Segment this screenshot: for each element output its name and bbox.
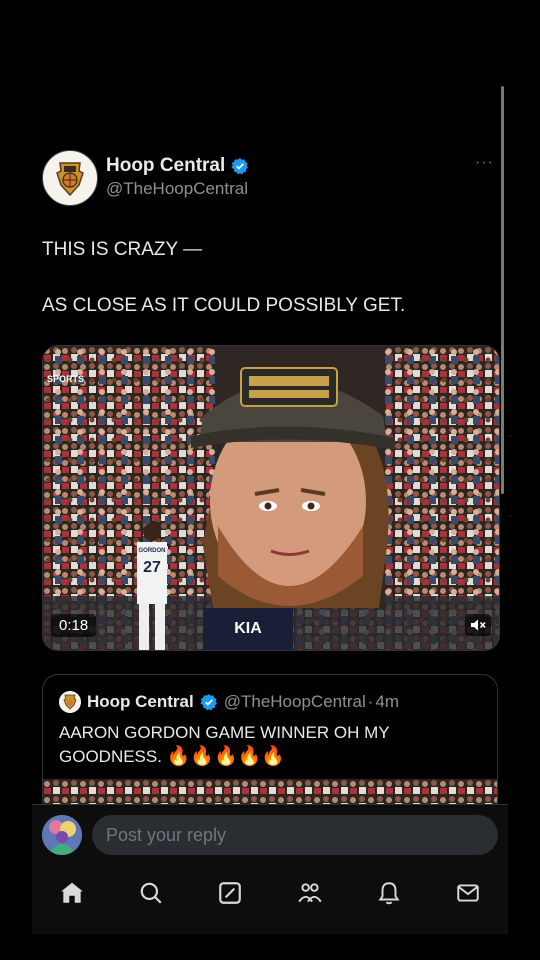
nav-compose[interactable] <box>210 873 250 913</box>
player-name: GORDON <box>139 548 166 554</box>
quoted-separator: · <box>367 692 374 711</box>
reply-input[interactable] <box>92 815 498 855</box>
nav-home[interactable] <box>52 873 92 913</box>
tweet-text-line-2: AS CLOSE AS IT COULD POSSIBLY GET. <box>42 295 406 316</box>
video-duration: 0:18 <box>51 614 97 637</box>
author-name[interactable]: Hoop Central <box>106 155 225 177</box>
user-avatar[interactable] <box>42 815 82 855</box>
author-avatar[interactable] <box>42 150 98 206</box>
communities-icon <box>297 883 322 903</box>
bottom-navigation <box>32 868 508 918</box>
verified-badge-icon <box>231 158 249 175</box>
messages-icon <box>457 884 480 902</box>
nav-search[interactable] <box>131 873 171 913</box>
bottom-divider <box>32 804 508 805</box>
quoted-author-name[interactable]: Hoop Central <box>87 692 194 712</box>
quoted-author-handle[interactable]: @TheHoopCentral <box>224 692 366 712</box>
author-handle[interactable]: @TheHoopCentral <box>106 179 248 199</box>
nav-communities[interactable] <box>290 873 330 913</box>
tweet-header: Hoop Central @TheHoopCentral ··· <box>42 150 502 206</box>
more-options-icon[interactable]: ··· <box>475 154 494 172</box>
quoted-text: AARON GORDON GAME WINNER OH MY GOODNESS.… <box>59 721 479 769</box>
network-logo: SPORTS <box>47 374 85 384</box>
quoted-author-avatar[interactable] <box>59 691 81 713</box>
compose-icon <box>219 882 242 904</box>
nav-messages[interactable] <box>448 873 488 913</box>
fire-emojis: 🔥🔥🔥🔥🔥 <box>166 746 285 767</box>
tweet-video[interactable]: KIA GORDON 27 SPORTS 0:18 <box>42 345 500 651</box>
player-number: 27 <box>143 559 161 576</box>
video-frame: KIA GORDON 27 <box>43 346 499 650</box>
home-icon <box>60 882 83 903</box>
volume-muted-icon <box>471 619 486 631</box>
nav-notifications[interactable] <box>369 873 409 913</box>
quoted-tweet[interactable]: Hoop Central @TheHoopCentral · 4m AARON GO… <box>42 674 498 816</box>
quoted-timestamp[interactable]: 4m <box>375 692 399 712</box>
ad-board-text: KIA <box>234 620 262 637</box>
search-icon <box>140 882 162 904</box>
tweet-text-line-1: THIS IS CRAZY — <box>42 239 203 260</box>
quoted-verified-badge-icon <box>200 694 217 711</box>
mute-toggle[interactable] <box>465 614 491 636</box>
tweet-text: THIS IS CRAZY — AS CLOSE AS IT COULD POS… <box>42 236 502 320</box>
notifications-icon <box>378 882 400 905</box>
